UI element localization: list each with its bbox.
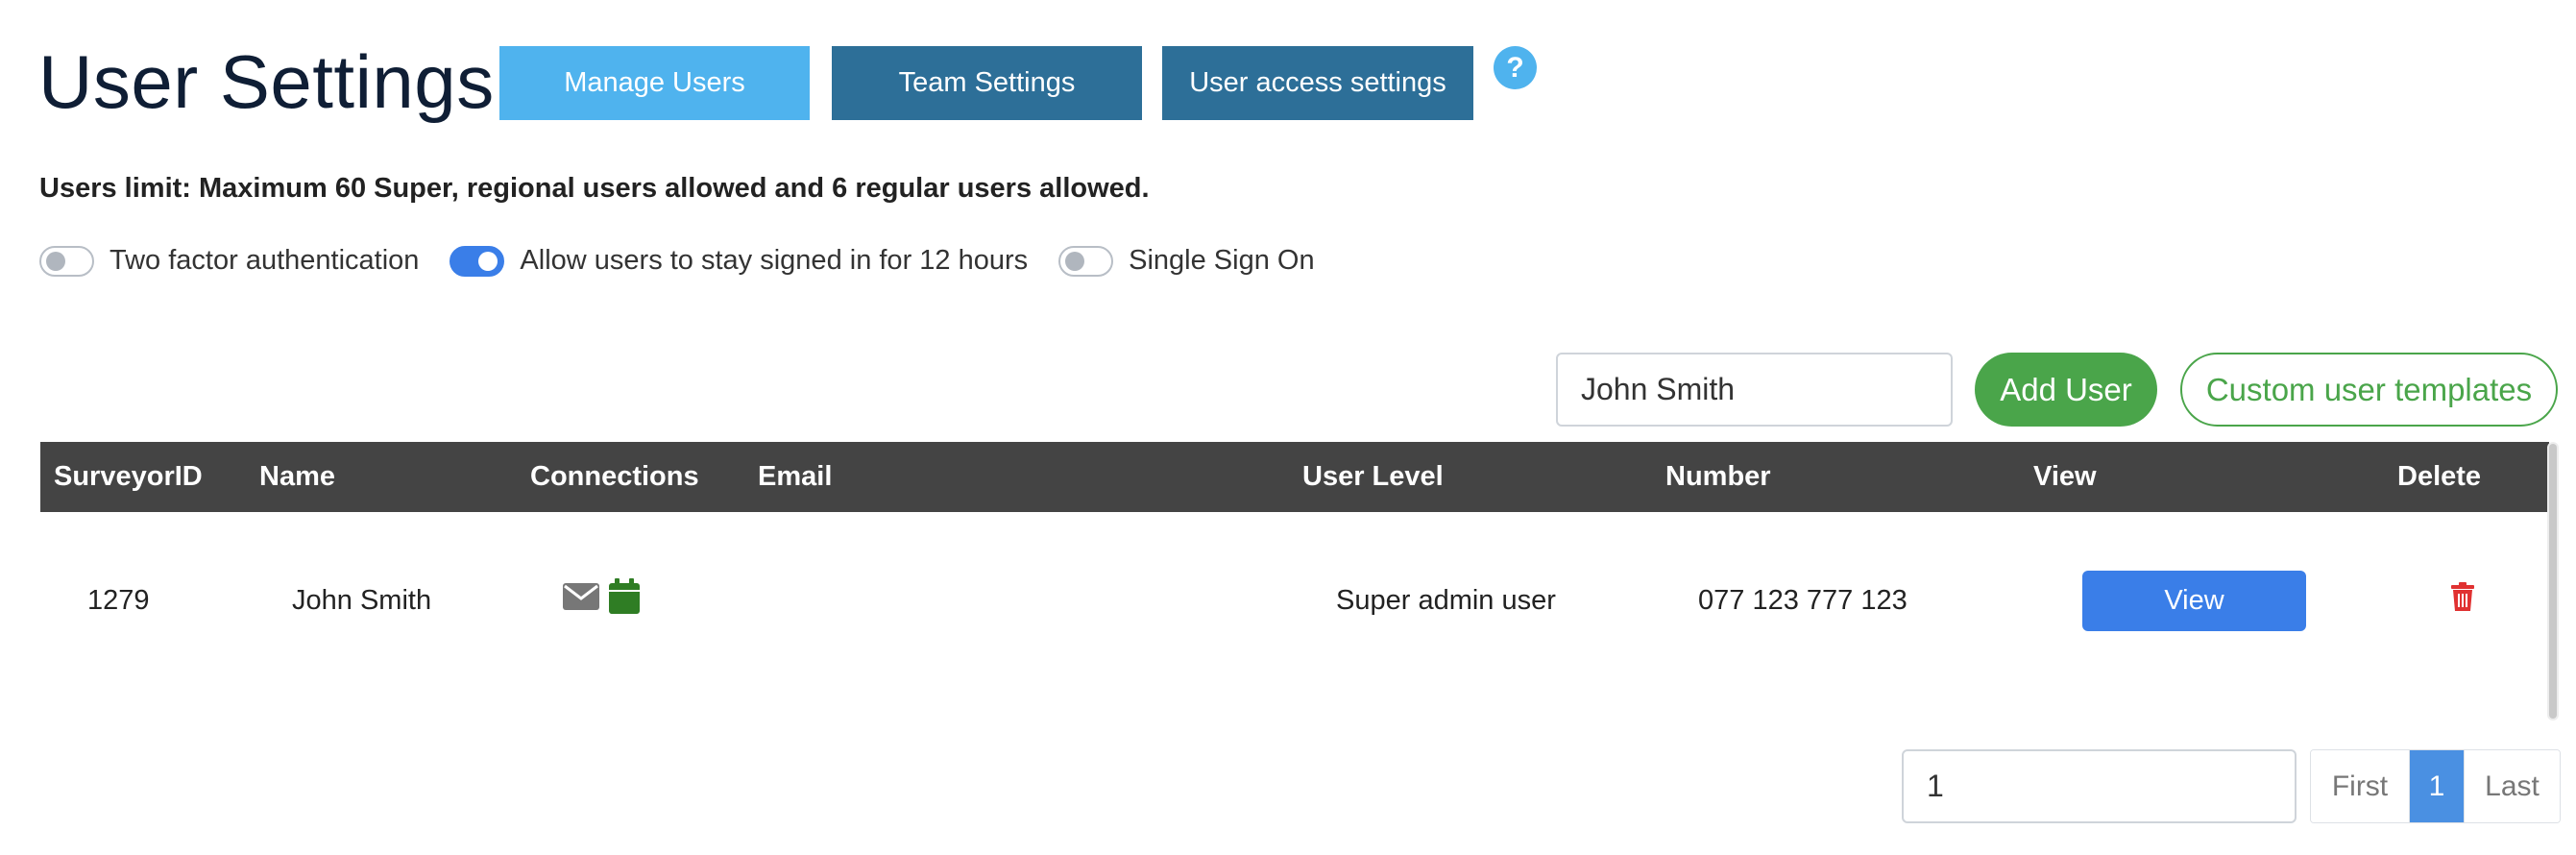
cell-user-level: Super admin user <box>1336 584 1556 616</box>
single-sign-on-switch[interactable] <box>1058 245 1114 277</box>
view-user-button[interactable]: View <box>2082 570 2306 631</box>
scrollbar-thumb[interactable] <box>2549 444 2557 719</box>
column-header-delete: Delete <box>2397 461 2482 492</box>
single-sign-on-label: Single Sign On <box>1129 245 1315 276</box>
column-header-email[interactable]: Email <box>758 442 832 512</box>
stay-signed-in-switch[interactable] <box>450 245 505 277</box>
tab-team-settings[interactable]: Team Settings <box>832 46 1142 120</box>
user-search-input[interactable] <box>1556 353 1953 427</box>
trash-icon[interactable] <box>2451 582 2474 619</box>
mail-icon[interactable] <box>562 582 600 619</box>
pagination-last[interactable]: Last <box>2464 750 2560 822</box>
cell-surveyor-id: 1279 <box>87 584 150 616</box>
table-row: 1279 John Smith Super admin user 077 123… <box>40 538 2538 663</box>
pagination-current-page[interactable]: 1 <box>2410 750 2464 822</box>
toggle-two-factor[interactable]: Two factor authentication <box>39 245 419 277</box>
toggle-stay-signed-in[interactable]: Allow users to stay signed in for 12 hou… <box>450 245 1028 277</box>
page-title: User Settings <box>38 39 495 124</box>
pagination-first[interactable]: First <box>2311 750 2410 822</box>
cell-name: John Smith <box>292 584 432 616</box>
column-header-connections[interactable]: Connections <box>530 442 699 512</box>
help-icon[interactable]: ? <box>1494 46 1537 89</box>
two-factor-label: Two factor authentication <box>109 245 420 276</box>
column-header-view: View <box>2033 461 2097 492</box>
column-header-user-level[interactable]: User Level <box>1302 442 1444 512</box>
column-header-name[interactable]: Name <box>259 442 335 512</box>
custom-user-templates-button[interactable]: Custom user templates <box>2180 353 2558 427</box>
tab-user-access-settings[interactable]: User access settings <box>1162 46 1473 120</box>
page-number-input[interactable] <box>1902 749 2297 823</box>
stay-signed-in-label: Allow users to stay signed in for 12 hou… <box>520 245 1029 276</box>
column-header-surveyor-id[interactable]: SurveyorID <box>54 442 203 512</box>
toggle-single-sign-on[interactable]: Single Sign On <box>1058 245 1315 277</box>
two-factor-switch[interactable] <box>39 245 94 277</box>
tab-manage-users[interactable]: Manage Users <box>499 46 810 120</box>
cell-connections <box>562 538 641 663</box>
users-limit-text: Users limit: Maximum 60 Super, regional … <box>39 173 1150 204</box>
cell-view: View <box>2082 538 2306 663</box>
cell-number: 077 123 777 123 <box>1698 584 1908 616</box>
cell-delete <box>2451 538 2474 663</box>
calendar-icon[interactable] <box>608 578 641 623</box>
table-scrollbar[interactable] <box>2547 442 2559 721</box>
add-user-button[interactable]: Add User <box>1975 353 2157 427</box>
toggle-row: Two factor authentication Allow users to… <box>39 245 1346 277</box>
table-header: SurveyorID Name Connections Email User L… <box>40 442 2549 512</box>
column-header-number[interactable]: Number <box>1665 442 1771 512</box>
pagination: First 1 Last <box>2310 749 2561 823</box>
